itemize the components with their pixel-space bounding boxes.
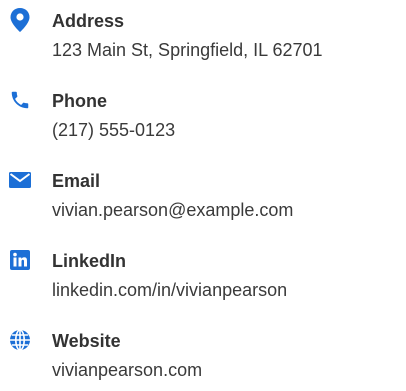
linkedin-icon: [8, 248, 32, 272]
linkedin-label: LinkedIn: [52, 251, 127, 271]
map-marker-icon: [8, 8, 32, 32]
website-label: Website: [52, 331, 121, 351]
phone-icon: [8, 88, 32, 112]
contact-item-address: Address 123 Main St, Springfield, IL 627…: [0, 8, 406, 78]
email-link[interactable]: vivian.pearson@example.com: [52, 198, 293, 222]
contact-item-website: Website vivianpearson.com: [0, 328, 406, 391]
contact-item-email: Email vivian.pearson@example.com: [0, 168, 406, 238]
phone-label: Phone: [52, 91, 108, 111]
phone-link[interactable]: (217) 555-0123: [52, 118, 175, 142]
contact-item-linkedin: LinkedIn linkedin.com/in/vivianpearson: [0, 248, 406, 318]
linkedin-link[interactable]: linkedin.com/in/vivianpearson: [52, 278, 287, 302]
address-label: Address: [52, 11, 125, 31]
website-link[interactable]: vivianpearson.com: [52, 358, 202, 382]
email-label: Email: [52, 171, 101, 191]
address-value: 123 Main St, Springfield, IL 62701: [52, 40, 323, 60]
contact-item-phone: Phone (217) 555-0123: [0, 88, 406, 158]
globe-icon: [8, 328, 32, 352]
contact-list: Address 123 Main St, Springfield, IL 627…: [0, 0, 406, 391]
envelope-icon: [8, 168, 32, 192]
